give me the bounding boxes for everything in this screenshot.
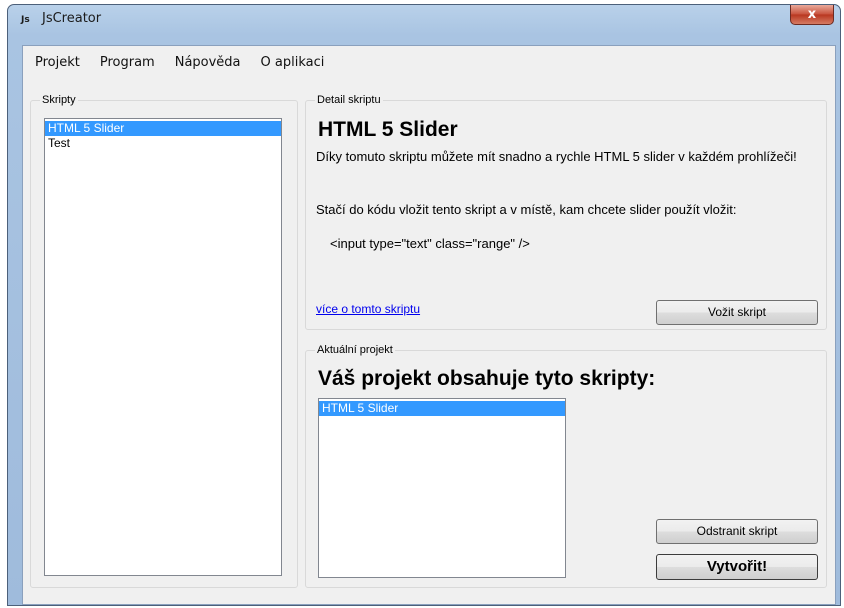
window-title: JsCreator <box>42 11 102 26</box>
insert-script-button[interactable]: Vožit skript <box>656 300 818 325</box>
create-button[interactable]: Vytvořit! <box>656 554 818 580</box>
scripts-group-label: Skripty <box>40 94 78 106</box>
scripts-list-item-test[interactable]: Test <box>45 136 281 151</box>
menu-o-aplikaci[interactable]: O aplikaci <box>251 46 335 80</box>
project-list-item-html5-slider[interactable]: HTML 5 Slider <box>319 401 565 416</box>
scripts-list-item-html5-slider[interactable]: HTML 5 Slider <box>45 121 281 136</box>
close-button[interactable]: x <box>790 5 834 25</box>
more-about-script-link[interactable]: více o tomto skriptu <box>316 302 420 316</box>
scripts-list[interactable]: HTML 5 Slider Test <box>44 118 282 576</box>
detail-code-snippet: <input type="text" class="range" /> <box>330 236 530 251</box>
remove-script-button[interactable]: Odstranit skript <box>656 519 818 544</box>
menu-bar: Projekt Program Nápověda O aplikaci <box>23 46 835 80</box>
project-scripts-list[interactable]: HTML 5 Slider <box>318 398 566 578</box>
detail-description: Díky tomuto skriptu můžete mít snadno a … <box>316 149 797 164</box>
project-group-label: Aktuální projekt <box>315 344 395 356</box>
app-logo-icon: Js <box>21 15 30 25</box>
detail-group-label: Detail skriptu <box>315 94 383 106</box>
menu-napoveda[interactable]: Nápověda <box>165 46 251 80</box>
menu-program[interactable]: Program <box>90 46 165 80</box>
project-heading: Váš projekt obsahuje tyto skripty: <box>318 367 656 390</box>
detail-title: HTML 5 Slider <box>318 118 458 141</box>
detail-instruction: Stačí do kódu vložit tento skript a v mí… <box>316 202 737 217</box>
menu-projekt[interactable]: Projekt <box>23 46 90 80</box>
